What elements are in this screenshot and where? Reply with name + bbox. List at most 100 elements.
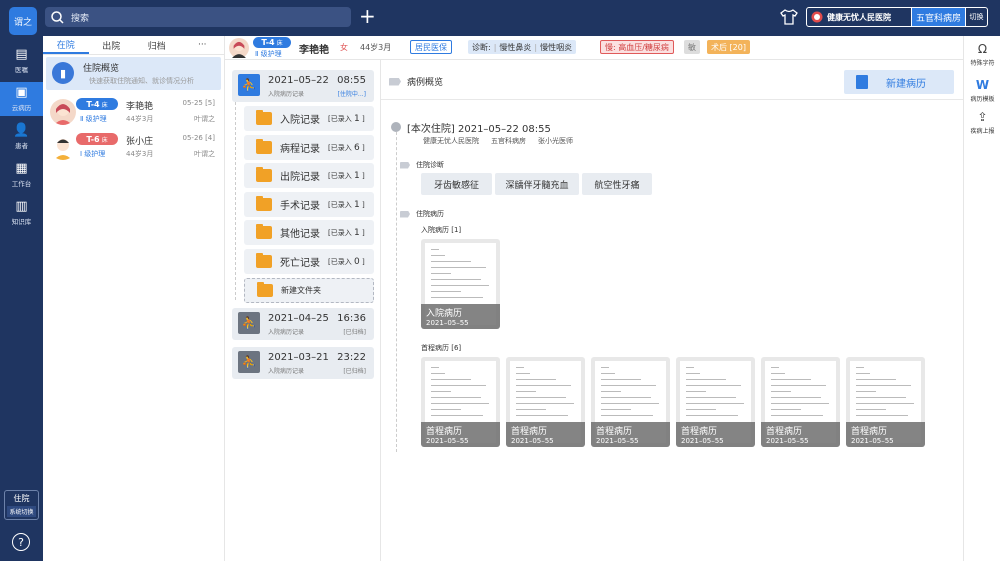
record-sub: 入院病历记录 (268, 368, 305, 375)
hospital-name: 健康无忧人民医院 (807, 8, 911, 26)
tab-in-hospital[interactable]: 在院 (43, 36, 89, 54)
help-icon[interactable]: ? (12, 533, 30, 551)
diagnosis-item: 慢性鼻炎 (499, 42, 532, 52)
timeline-dot (391, 122, 401, 132)
diagnosis-label: 诊断: (472, 42, 491, 52)
patient-name: 张小庄 (126, 137, 154, 147)
switch-dept-button[interactable]: 切换 (965, 8, 987, 26)
diagnosis-chip[interactable]: 深龋伴牙髓充血 (495, 173, 579, 195)
thumbnail-caption: 首程病历 2021–05–55 (421, 422, 500, 447)
right-toolbar: Ω 特殊字符 W 病历模板 ⇪ 疾病上报 (963, 36, 1000, 561)
insurance-badge: 居民医保 (410, 40, 452, 54)
admission-record-archived[interactable]: ⛹ 2021–04–25 16:36 入院病历记录 [已归档] (232, 308, 374, 340)
folder-progress-record[interactable]: 病程记录 [已录入 6 ] (244, 135, 374, 160)
new-folder-button[interactable]: 新建文件夹 (244, 278, 374, 303)
bed-number: T-4 (86, 99, 100, 109)
patient-list-item[interactable]: T-4 床 Ⅱ 级护理 李艳艳 44岁3月 05-25 [5] 叶谓之 (46, 94, 221, 132)
left-nav: ▤ 医嘱 ▣ 云病历 👤 患者 ▦ 工作台 ▥ 知识库 住院 系统切换 ? (0, 36, 43, 561)
system-switch-button[interactable]: 住院 系统切换 (4, 490, 39, 520)
folder-tag-end: ] (361, 257, 365, 266)
folder-surgery-record[interactable]: 手术记录 [已录入 1 ] (244, 192, 374, 217)
hospital-overview-item[interactable]: ▮ 住院概览 快速获取住院通知、就诊情况分析 (46, 57, 221, 90)
new-folder-label: 新建文件夹 (281, 286, 321, 295)
add-icon[interactable]: + (359, 5, 376, 27)
folder-admission-record[interactable]: 入院记录 [已录入 1 ] (244, 106, 374, 131)
thumbnail-date: 2021–05–55 (596, 437, 639, 445)
patient-list-panel: 在院 出院 归档 ··· ▮ 住院概览 快速获取住院通知、就诊情况分析 T-4 床… (43, 36, 225, 561)
folder-name: 手术记录 (280, 201, 320, 212)
thumbnail-title: 首程病历 (426, 427, 463, 437)
tab-archived[interactable]: 归档 (134, 36, 180, 54)
record-date: 2021–03–21 (268, 352, 329, 363)
app-logo[interactable]: 谓之 (9, 7, 37, 35)
admit-date: 05-26 [4] (182, 134, 215, 142)
top-bar: 谓之 搜索 + 健康无忧人民医院 五官科病房 切换 (0, 0, 1000, 36)
nursing-level: Ⅰ 级护理 (80, 150, 106, 158)
record-status: [已归档] (343, 368, 366, 375)
folder-death-record[interactable]: 死亡记录 [已录入 0 ] (244, 249, 374, 274)
record-thumbnail[interactable]: 入院病历 2021–05–55 (421, 239, 500, 329)
record-group-label: 入院病历 [1] (421, 226, 462, 234)
history-section-label: 住院病历 (400, 209, 444, 219)
record-thumbnail[interactable]: 首程病历 2021–05–55 (676, 357, 755, 447)
folder-tag: [已录入 (328, 143, 352, 152)
admission-record-archived[interactable]: ⛹ 2021–03–21 23:22 入院病历记录 [已归档] (232, 347, 374, 379)
tab-discharged[interactable]: 出院 (89, 36, 135, 54)
record-thumbnail[interactable]: 首程病历 2021–05–55 (506, 357, 585, 447)
word-doc-icon: W (975, 78, 990, 92)
nav-item-knowledge[interactable]: ▥ 知识库 (0, 196, 43, 230)
section-header: 病例概览 (389, 75, 443, 88)
diagnosis-chip[interactable]: 航空性牙痛 (582, 173, 652, 195)
folder-count: 1 (353, 227, 360, 238)
diagnosis-title: 住院诊断 (416, 161, 444, 169)
thumbnail-date: 2021–05–55 (511, 437, 554, 445)
admission-info: 健康无忧人民医院 五官科病房 张小光医师 (423, 136, 573, 146)
nav-item-cloud-record[interactable]: ▣ 云病历 (0, 82, 43, 116)
special-chars-button[interactable]: Ω 特殊字符 (964, 42, 1000, 72)
record-date: 2021–04–25 (268, 313, 329, 324)
search-input[interactable]: 搜索 (45, 7, 351, 27)
patient-tabs: 在院 出院 归档 ··· (43, 36, 225, 55)
tab-more[interactable]: ··· (180, 36, 226, 54)
new-document-icon (856, 75, 868, 89)
admission-title: [本次住院] 2021–05–22 08:55 (407, 124, 551, 135)
patient-list-item[interactable]: T-6 床 Ⅰ 级护理 张小庄 44岁3月 05-26 [4] 叶谓之 (46, 129, 221, 167)
doctor-name: 叶谓之 (194, 150, 215, 158)
record-thumbnail[interactable]: 首程病历 2021–05–55 (761, 357, 840, 447)
admission-hospital: 健康无忧人民医院 (423, 137, 479, 145)
folder-count: 0 (353, 256, 360, 267)
avatar (50, 99, 76, 125)
record-time: 23:22 (337, 352, 366, 363)
record-template-button[interactable]: W 病历模板 (964, 78, 1000, 108)
disease-report-button[interactable]: ⇪ 疾病上报 (964, 110, 1000, 140)
folder-discharge-record[interactable]: 出院记录 [已录入 1 ] (244, 163, 374, 188)
record-thumbnail[interactable]: 首程病历 2021–05–55 (846, 357, 925, 447)
folder-name: 其他记录 (280, 229, 320, 240)
nav-item-patients[interactable]: 👤 患者 (0, 120, 43, 154)
thumbnail-title: 首程病历 (681, 427, 718, 437)
bed-number: T-4 (261, 38, 275, 47)
bed-badge: T-6 床 (76, 133, 118, 145)
record-thumbnail[interactable]: 首程病历 2021–05–55 (421, 357, 500, 447)
thumbnail-caption: 首程病历 2021–05–55 (591, 422, 670, 447)
new-record-button[interactable]: 新建病历 (844, 70, 954, 94)
nav-item-orders[interactable]: ▤ 医嘱 (0, 44, 43, 78)
folder-other-record[interactable]: 其他记录 [已录入 1 ] (244, 220, 374, 245)
thumbnail-title: 首程病历 (766, 427, 803, 437)
folder-count: 1 (353, 199, 360, 210)
thumbnail-date: 2021–05–55 (426, 319, 469, 327)
walking-person-icon: ⛹ (238, 74, 260, 96)
record-thumbnail[interactable]: 首程病历 2021–05–55 (591, 357, 670, 447)
nav-item-workbench[interactable]: ▦ 工作台 (0, 158, 43, 192)
diagnosis-chip[interactable]: 牙齿敏感征 (421, 173, 492, 195)
folder-tag: [已录入 (328, 200, 352, 209)
bed-unit: 床 (101, 136, 108, 144)
dept-name: 五官科病房 (911, 8, 965, 26)
folder-count: 1 (353, 113, 360, 124)
shirt-icon[interactable] (780, 8, 798, 26)
toolbar-label: 疾病上报 (970, 128, 995, 135)
admission-record-current[interactable]: ⛹ 2021–05–22 08:55 入院病历记录 [住院中...] (232, 70, 374, 102)
divider (381, 99, 963, 100)
nav-label: 工作台 (11, 180, 32, 188)
diagnosis-badge: 诊断: | 慢性鼻炎 | 慢性咽炎 (468, 40, 577, 54)
